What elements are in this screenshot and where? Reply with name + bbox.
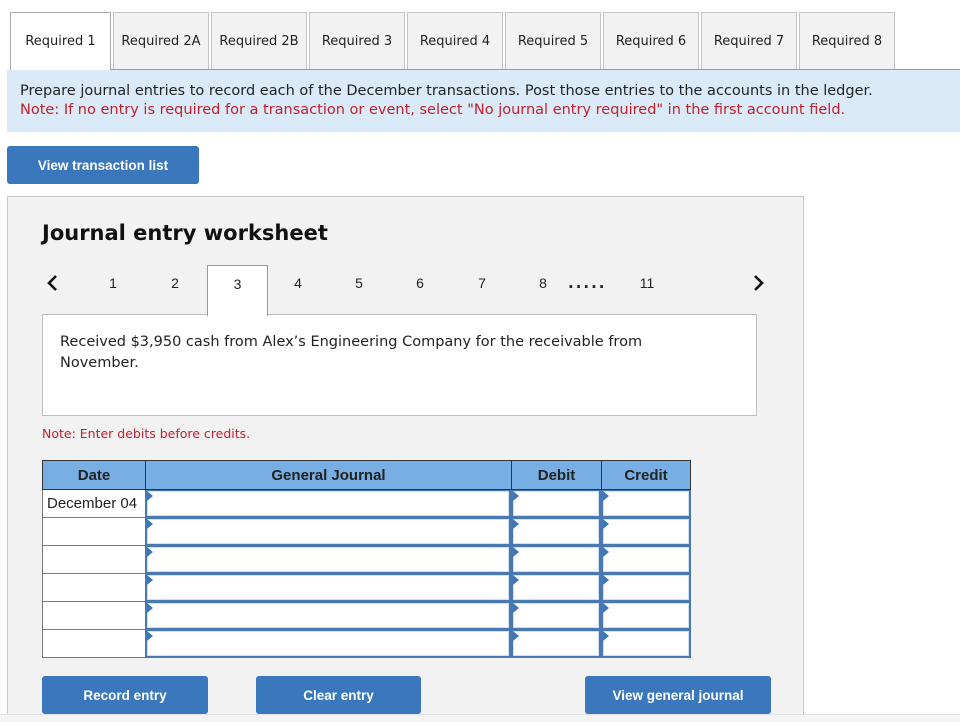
- account-cell: [145, 630, 511, 658]
- header-credit: Credit: [601, 460, 691, 490]
- view-general-journal-button[interactable]: View general journal: [585, 676, 771, 714]
- tab-required-4[interactable]: Required 4: [407, 12, 503, 69]
- instructions-text: Prepare journal entries to record each o…: [20, 83, 873, 99]
- credit-input[interactable]: [603, 491, 689, 516]
- credit-input[interactable]: [603, 575, 689, 600]
- transaction-description-box: Received $3,950 cash from Alex’s Enginee…: [42, 314, 757, 416]
- journal-entry-worksheet: Journal entry worksheet 1 2 3 4 5 6 7 8 …: [7, 196, 804, 716]
- credit-input[interactable]: [603, 519, 689, 544]
- page-3[interactable]: 3: [207, 265, 268, 316]
- tab-required-5[interactable]: Required 5: [505, 12, 601, 69]
- debit-cell: [511, 518, 601, 546]
- date-cell: December 04: [42, 490, 145, 518]
- credit-cell: [601, 490, 691, 518]
- view-transaction-list-button[interactable]: View transaction list: [7, 146, 199, 184]
- page-ellipsis: .....: [568, 274, 607, 292]
- credit-cell: [601, 602, 691, 630]
- page-1[interactable]: 1: [98, 265, 128, 301]
- tab-required-1[interactable]: Required 1: [10, 12, 111, 70]
- journal-row: [42, 546, 691, 574]
- journal-table-header: Date General Journal Debit Credit: [42, 460, 691, 490]
- account-cell: [145, 546, 511, 574]
- page-5[interactable]: 5: [344, 265, 374, 301]
- page-2[interactable]: 2: [160, 265, 190, 301]
- credit-cell: [601, 574, 691, 602]
- debit-input[interactable]: [513, 603, 599, 628]
- transaction-description: Received $3,950 cash from Alex’s Enginee…: [60, 334, 643, 371]
- page-3-label: 3: [233, 276, 242, 292]
- date-cell: [42, 574, 145, 602]
- instructions-note: Note: If no entry is required for a tran…: [20, 102, 846, 118]
- debit-cell: [511, 546, 601, 574]
- account-input[interactable]: [147, 603, 509, 628]
- chevron-left-icon[interactable]: [42, 265, 62, 301]
- tab-required-7[interactable]: Required 7: [701, 12, 797, 69]
- tab-required-8[interactable]: Required 8: [799, 12, 895, 69]
- journal-row: [42, 518, 691, 546]
- debit-input[interactable]: [513, 575, 599, 600]
- debit-input[interactable]: [513, 631, 599, 656]
- header-debit: Debit: [511, 460, 601, 490]
- date-cell: [42, 602, 145, 630]
- page-8[interactable]: 8: [528, 265, 558, 301]
- debit-input[interactable]: [513, 491, 599, 516]
- chevron-right-icon[interactable]: [749, 265, 769, 301]
- worksheet-title: Journal entry worksheet: [42, 221, 328, 245]
- journal-row: December 04: [42, 490, 691, 518]
- debit-input[interactable]: [513, 519, 599, 544]
- date-cell: [42, 630, 145, 658]
- credit-input[interactable]: [603, 603, 689, 628]
- account-cell: [145, 518, 511, 546]
- header-general-journal: General Journal: [145, 460, 511, 490]
- credit-cell: [601, 630, 691, 658]
- credit-cell: [601, 546, 691, 574]
- date-cell: [42, 518, 145, 546]
- header-date: Date: [42, 460, 145, 490]
- account-input[interactable]: [147, 575, 509, 600]
- debit-credit-note: Note: Enter debits before credits.: [42, 426, 251, 441]
- tab-required-6[interactable]: Required 6: [603, 12, 699, 69]
- page-6[interactable]: 6: [405, 265, 435, 301]
- account-input[interactable]: [147, 547, 509, 572]
- account-input[interactable]: [147, 519, 509, 544]
- tab-required-2b[interactable]: Required 2B: [211, 12, 307, 69]
- credit-input[interactable]: [603, 547, 689, 572]
- page-4[interactable]: 4: [283, 265, 313, 301]
- debit-cell: [511, 574, 601, 602]
- account-cell: [145, 490, 511, 518]
- debit-cell: [511, 602, 601, 630]
- page-7[interactable]: 7: [467, 265, 497, 301]
- debit-cell: [511, 490, 601, 518]
- journal-row: [42, 602, 691, 630]
- account-cell: [145, 602, 511, 630]
- journal-row: [42, 574, 691, 602]
- journal-table: Date General Journal Debit Credit Decemb…: [42, 460, 691, 658]
- credit-cell: [601, 518, 691, 546]
- requirement-tabs: Required 1 Required 2A Required 2B Requi…: [10, 12, 897, 70]
- tab-required-2a[interactable]: Required 2A: [113, 12, 209, 69]
- account-cell: [145, 574, 511, 602]
- journal-row: [42, 630, 691, 658]
- debit-input[interactable]: [513, 547, 599, 572]
- account-input[interactable]: [147, 491, 509, 516]
- debit-cell: [511, 630, 601, 658]
- credit-input[interactable]: [603, 631, 689, 656]
- date-cell: [42, 546, 145, 574]
- page-11[interactable]: 11: [632, 265, 662, 301]
- entry-pager: 1 2 3 4 5 6 7 8 ..... 11: [8, 265, 803, 316]
- record-entry-button[interactable]: Record entry: [42, 676, 208, 714]
- clear-entry-button[interactable]: Clear entry: [256, 676, 421, 714]
- account-input[interactable]: [147, 631, 509, 656]
- instructions-panel: Prepare journal entries to record each o…: [7, 70, 960, 132]
- tab-required-3[interactable]: Required 3: [309, 12, 405, 69]
